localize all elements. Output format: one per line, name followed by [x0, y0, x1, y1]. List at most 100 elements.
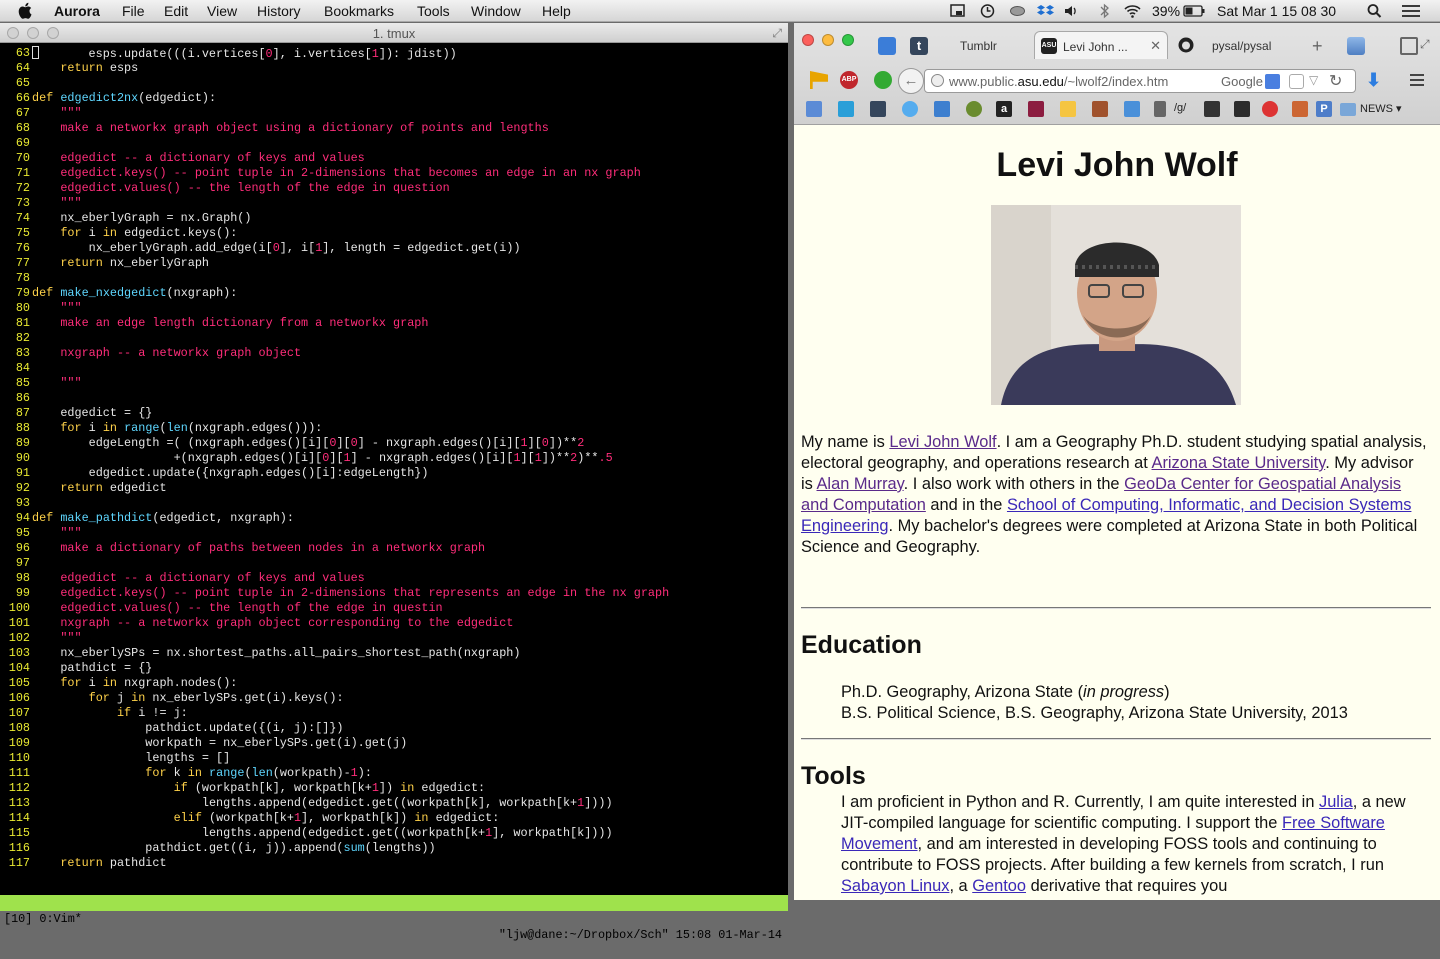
menu-history[interactable]: History: [257, 3, 301, 19]
notification-center-icon[interactable]: [1400, 3, 1422, 19]
fullscreen-icon[interactable]: ⤢: [1420, 37, 1438, 55]
code-text[interactable]: def make_nxedgedict(nxgraph):: [30, 286, 237, 301]
tab-close-icon[interactable]: ✕: [1150, 38, 1161, 54]
code-text[interactable]: make a dictionary of paths between nodes…: [30, 541, 485, 556]
code-text[interactable]: [30, 331, 32, 346]
code-text[interactable]: if (workpath[k], workpath[k+1]) in edged…: [30, 781, 486, 796]
page-link[interactable]: Alan Murray: [817, 475, 904, 493]
code-line[interactable]: 107 if i != j:: [0, 706, 788, 721]
bookmark-icon[interactable]: [1234, 101, 1250, 117]
screen-share-icon[interactable]: [949, 3, 966, 19]
code-line[interactable]: 95 """: [0, 526, 788, 541]
code-line[interactable]: 96 make a dictionary of paths between no…: [0, 541, 788, 556]
code-line[interactable]: 114 elif (workpath[k+1], workpath[k]) in…: [0, 811, 788, 826]
code-line[interactable]: 71 edgedict.keys() -- point tuple in 2-d…: [0, 166, 788, 181]
url-text[interactable]: www.public.asu.edu/~lwolf2/index.htm: [949, 74, 1168, 89]
code-text[interactable]: esps.update(((i.vertices[0], i.vertices[…: [30, 46, 457, 61]
code-text[interactable]: def edgedict2nx(edgedict):: [30, 91, 216, 106]
code-line[interactable]: 101 nxgraph -- a networkx graph object c…: [0, 616, 788, 631]
google-icon[interactable]: [1265, 74, 1280, 89]
code-line[interactable]: 82: [0, 331, 788, 346]
globe-icon[interactable]: [931, 74, 944, 87]
code-text[interactable]: return esps: [30, 61, 138, 76]
code-line[interactable]: 109 workpath = nx_eberlySPs.get(i).get(j…: [0, 736, 788, 751]
bookmark-twitter-icon[interactable]: [902, 101, 918, 117]
code-text[interactable]: edgeLength =( (nxgraph.edges()[i][0][0] …: [30, 436, 585, 451]
code-text[interactable]: nx_eberlySPs = nx.shortest_paths.all_pai…: [30, 646, 520, 661]
bookmark-folder-news[interactable]: NEWS ▾: [1360, 102, 1402, 115]
code-text[interactable]: nx_eberlyGraph.add_edge(i[0], i[1], leng…: [30, 241, 521, 256]
code-text[interactable]: for i in nxgraph.nodes():: [30, 676, 237, 691]
tmux-session-label[interactable]: [10] 0:Vim*: [4, 911, 82, 927]
bookmark-icon[interactable]: [838, 101, 854, 117]
greasemonkey-icon[interactable]: [874, 71, 892, 89]
code-text[interactable]: """: [30, 526, 81, 541]
code-line[interactable]: 103 nx_eberlySPs = nx.shortest_paths.all…: [0, 646, 788, 661]
code-line[interactable]: 110 lengths = []: [0, 751, 788, 766]
code-line[interactable]: 75 for i in edgedict.keys():: [0, 226, 788, 241]
code-line[interactable]: 80 """: [0, 301, 788, 316]
code-line[interactable]: 78: [0, 271, 788, 286]
code-line[interactable]: 86: [0, 391, 788, 406]
bookmark-google-icon[interactable]: [806, 101, 822, 117]
code-text[interactable]: """: [30, 301, 81, 316]
code-text[interactable]: for i in edgedict.keys():: [30, 226, 237, 241]
code-text[interactable]: pathdict.update({(i, j):[]}): [30, 721, 343, 736]
code-line[interactable]: 98 edgedict -- a dictionary of keys and …: [0, 571, 788, 586]
code-text[interactable]: nxgraph -- a networkx graph object corre…: [30, 616, 513, 631]
code-line[interactable]: 76 nx_eberlyGraph.add_edge(i[0], i[1], l…: [0, 241, 788, 256]
menu-edit[interactable]: Edit: [164, 3, 188, 19]
code-text[interactable]: for i in range(len(nxgraph.edges())):: [30, 421, 322, 436]
code-line[interactable]: 100 edgedict.values() -- the length of t…: [0, 601, 788, 616]
bookmark-icon[interactable]: [1092, 101, 1108, 117]
code-line[interactable]: 67 """: [0, 106, 788, 121]
drive-icon[interactable]: [1009, 3, 1026, 19]
bookmark-icon[interactable]: [966, 101, 982, 117]
code-line[interactable]: 111 for k in range(len(workpath)-1):: [0, 766, 788, 781]
adblock-icon[interactable]: ABP: [840, 71, 858, 89]
page-link[interactable]: Free Software Movement: [841, 814, 1385, 853]
spotlight-search-icon[interactable]: [1366, 3, 1383, 19]
bookmark-icon[interactable]: [1060, 101, 1076, 117]
fullscreen-icon[interactable]: ⤢: [772, 26, 782, 41]
page-link[interactable]: Julia: [1319, 793, 1353, 811]
code-text[interactable]: edgedict = {}: [30, 406, 152, 421]
page-link[interactable]: Gentoo: [972, 877, 1026, 895]
volume-icon[interactable]: [1063, 3, 1080, 19]
bluetooth-icon[interactable]: [1096, 3, 1113, 19]
app-menu[interactable]: Aurora: [54, 3, 100, 19]
bookmark-amazon-icon[interactable]: a: [996, 101, 1012, 117]
code-line[interactable]: 81 make an edge length dictionary from a…: [0, 316, 788, 331]
bookmark-icon[interactable]: [1154, 101, 1166, 117]
code-line[interactable]: 66 def edgedict2nx(edgedict):: [0, 91, 788, 106]
battery-icon[interactable]: [1183, 3, 1205, 19]
code-text[interactable]: [30, 391, 32, 406]
bookmark-tumblr-icon[interactable]: [870, 101, 886, 117]
code-line[interactable]: 97: [0, 556, 788, 571]
panorama-icon[interactable]: [1347, 37, 1365, 55]
code-text[interactable]: [30, 496, 32, 511]
code-line[interactable]: 108 pathdict.update({(i, j):[]}): [0, 721, 788, 736]
apple-menu-icon[interactable]: [18, 2, 34, 19]
code-line[interactable]: 105 for i in nxgraph.nodes():: [0, 676, 788, 691]
code-text[interactable]: lengths = []: [30, 751, 230, 766]
vim-editor[interactable]: 63 esps.update(((i.vertices[0], i.vertic…: [0, 46, 788, 894]
code-line[interactable]: 77 return nx_eberlyGraph: [0, 256, 788, 271]
code-text[interactable]: def make_pathdict(edgedict, nxgraph):: [30, 511, 294, 526]
code-text[interactable]: lengths.append(edgedict.get((workpath[k+…: [30, 826, 613, 841]
tab-groups-icon[interactable]: [1400, 37, 1418, 55]
code-text[interactable]: return pathdict: [30, 856, 166, 871]
terminal-titlebar[interactable]: 1. tmux ⤢: [0, 23, 788, 43]
code-line[interactable]: 89 edgeLength =( (nxgraph.edges()[i][0][…: [0, 436, 788, 451]
code-line[interactable]: 63 esps.update(((i.vertices[0], i.vertic…: [0, 46, 788, 61]
bookmark-g-label[interactable]: /g/: [1174, 102, 1186, 114]
code-line[interactable]: 106 for j in nx_eberlySPs.get(i).keys():: [0, 691, 788, 706]
code-line[interactable]: 115 lengths.append(edgedict.get((workpat…: [0, 826, 788, 841]
menu-help[interactable]: Help: [542, 3, 571, 19]
tumblr-pinned-icon[interactable]: t: [910, 37, 928, 55]
code-line[interactable]: 116 pathdict.get((i, j)).append(sum(leng…: [0, 841, 788, 856]
url-bar[interactable]: www.public.asu.edu/~lwolf2/index.htm Goo…: [924, 69, 1356, 93]
tab-tumblr[interactable]: Tumblr: [932, 31, 1036, 59]
code-text[interactable]: edgedict -- a dictionary of keys and val…: [30, 571, 364, 586]
dropbox-icon[interactable]: [1037, 3, 1054, 19]
